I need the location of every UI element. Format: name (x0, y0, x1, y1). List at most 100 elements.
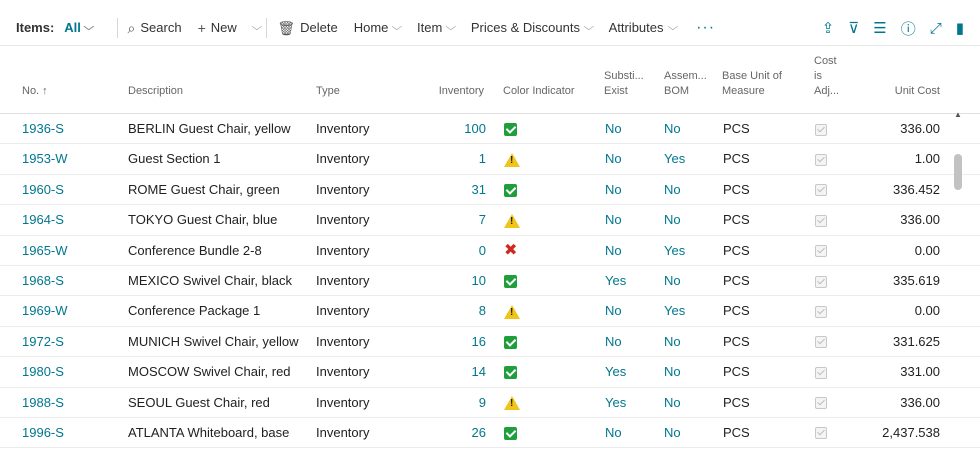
column-header-type[interactable]: Type (316, 84, 340, 99)
column-header-no[interactable]: No. ↑ (22, 84, 48, 99)
cell-assembly-bom[interactable]: No (664, 205, 681, 235)
cell-inventory[interactable]: 1 (420, 144, 486, 174)
cell-substitutes[interactable]: No (605, 144, 622, 174)
cell-substitutes[interactable]: No (605, 327, 622, 357)
cell-base-uom: PCS (723, 303, 750, 319)
list-view-icon[interactable]: ☰ (873, 19, 886, 37)
action-bar: Items: All ⌵ ⌕ Search + New ⌵ 🗑 Delete H… (0, 10, 980, 46)
column-header-cost-adjusted[interactable]: Cost is Adj... (814, 54, 839, 99)
cell-no[interactable]: 1965-W (22, 236, 68, 266)
trash-icon: 🗑 (277, 19, 296, 36)
chevron-down-icon: ⌵ (391, 22, 403, 33)
scroll-up-icon[interactable]: ▲ (954, 110, 962, 119)
share-icon[interactable]: ⇪ (822, 19, 835, 37)
cell-inventory[interactable]: 0 (420, 236, 486, 266)
cell-base-uom: PCS (723, 151, 750, 167)
column-header-assembly-bom[interactable]: Assem... BOM (664, 69, 707, 99)
expand-icon[interactable]: ⤢ (930, 20, 942, 37)
prices-label: Prices & Discounts (470, 20, 580, 35)
cell-assembly-bom[interactable]: Yes (664, 296, 685, 326)
filter-icon[interactable]: ⊽ (848, 19, 859, 37)
cell-description: ATLANTA Whiteboard, base (128, 424, 290, 440)
cell-substitutes[interactable]: Yes (605, 357, 626, 387)
cell-no[interactable]: 1996-S (22, 418, 64, 448)
table-row[interactable]: 1960-S ROME Guest Chair, green Inventory… (0, 175, 980, 206)
home-label: Home (353, 20, 389, 35)
cell-no[interactable]: 1964-S (22, 205, 64, 235)
table-row[interactable]: 1980-S MOSCOW Swivel Chair, red Inventor… (0, 357, 980, 388)
cell-inventory[interactable]: 7 (420, 205, 486, 235)
column-header-inventory[interactable]: Inventory (420, 84, 484, 99)
cell-substitutes[interactable]: Yes (605, 266, 626, 296)
cell-cost-adjusted (815, 114, 827, 144)
prices-discounts-menu[interactable]: Prices & Discounts ⌵ (470, 20, 594, 35)
cell-substitutes[interactable]: No (605, 296, 622, 326)
cell-assembly-bom[interactable]: No (664, 114, 681, 144)
column-header-substitutes[interactable]: Substi... Exist (604, 69, 644, 99)
cell-assembly-bom[interactable]: No (664, 175, 681, 205)
table-row[interactable]: 1936-S BERLIN Guest Chair, yellow Invent… (0, 114, 980, 145)
column-header-unit-cost[interactable]: Unit Cost (860, 84, 940, 99)
column-header-base-uom-line: Base Unit of (722, 70, 782, 83)
attributes-menu[interactable]: Attributes ⌵ (609, 20, 678, 35)
cell-no[interactable]: 1936-S (22, 114, 64, 144)
cell-no[interactable]: 1960-S (22, 175, 64, 205)
more-options-button[interactable]: ··· (696, 19, 715, 37)
cell-assembly-bom[interactable]: Yes (664, 144, 685, 174)
cell-no[interactable]: 1968-S (22, 266, 64, 296)
delete-button[interactable]: 🗑 Delete (277, 20, 337, 35)
bookmark-icon[interactable]: ▮ (956, 19, 964, 37)
table-row[interactable]: 1972-S MUNICH Swivel Chair, yellow Inven… (0, 327, 980, 358)
scrollbar-thumb[interactable] (954, 154, 962, 190)
cell-assembly-bom[interactable]: No (664, 327, 681, 357)
cell-substitutes[interactable]: Yes (605, 388, 626, 418)
checkbox-disabled (815, 184, 827, 197)
info-icon[interactable]: ⓘ (901, 18, 916, 39)
item-menu[interactable]: Item ⌵ (417, 20, 456, 35)
cell-assembly-bom[interactable]: No (664, 418, 681, 448)
table-row[interactable]: 1988-S SEOUL Guest Chair, red Inventory … (0, 388, 980, 418)
search-button[interactable]: ⌕ Search (128, 20, 182, 35)
vertical-scrollbar[interactable]: ▲ (952, 110, 964, 450)
table-row[interactable]: 1996-S ATLANTA Whiteboard, base Inventor… (0, 418, 980, 449)
cell-substitutes[interactable]: No (605, 205, 622, 235)
cell-inventory[interactable]: 14 (420, 357, 486, 387)
cell-color-indicator (504, 114, 517, 144)
cell-substitutes[interactable]: No (605, 236, 622, 266)
table-row[interactable]: 1965-W Conference Bundle 2-8 Inventory 0… (0, 236, 980, 266)
new-dropdown[interactable]: ⌵ (251, 22, 262, 33)
view-filter-dropdown[interactable]: All ⌵ (64, 20, 94, 35)
table-row[interactable]: 1953-W Guest Section 1 Inventory 1 No Ye… (0, 144, 980, 175)
cell-inventory[interactable]: 31 (420, 175, 486, 205)
cell-inventory[interactable]: 9 (420, 388, 486, 418)
cell-no[interactable]: 1969-W (22, 296, 68, 326)
table-row[interactable]: 1964-S TOKYO Guest Chair, blue Inventory… (0, 205, 980, 236)
column-header-base-uom[interactable]: Base Unit of Measure (722, 69, 782, 99)
cell-no[interactable]: 1953-W (22, 144, 68, 174)
checkbox-disabled (815, 305, 827, 318)
cell-assembly-bom[interactable]: Yes (664, 236, 685, 266)
cell-assembly-bom[interactable]: No (664, 388, 681, 418)
checkbox-disabled (815, 336, 827, 349)
cell-inventory[interactable]: 100 (420, 114, 486, 144)
column-header-description[interactable]: Description (128, 84, 183, 99)
cell-substitutes[interactable]: No (605, 114, 622, 144)
cell-inventory[interactable]: 26 (420, 418, 486, 448)
table-row[interactable]: 1968-S MEXICO Swivel Chair, black Invent… (0, 266, 980, 297)
column-header-color-indicator[interactable]: Color Indicator (503, 84, 575, 99)
checkbox-disabled (815, 123, 827, 136)
cell-assembly-bom[interactable]: No (664, 357, 681, 387)
table-row[interactable]: 1969-W Conference Package 1 Inventory 8 … (0, 296, 980, 327)
cell-substitutes[interactable]: No (605, 418, 622, 448)
cell-inventory[interactable]: 8 (420, 296, 486, 326)
cell-no[interactable]: 1972-S (22, 327, 64, 357)
cell-no[interactable]: 1980-S (22, 357, 64, 387)
cell-inventory[interactable]: 10 (420, 266, 486, 296)
cell-assembly-bom[interactable]: No (664, 266, 681, 296)
cell-substitutes[interactable]: No (605, 175, 622, 205)
new-button[interactable]: + New (198, 20, 237, 35)
cell-inventory[interactable]: 16 (420, 327, 486, 357)
home-menu[interactable]: Home ⌵ (353, 20, 403, 35)
checkbox-disabled (815, 397, 827, 410)
cell-no[interactable]: 1988-S (22, 388, 64, 418)
